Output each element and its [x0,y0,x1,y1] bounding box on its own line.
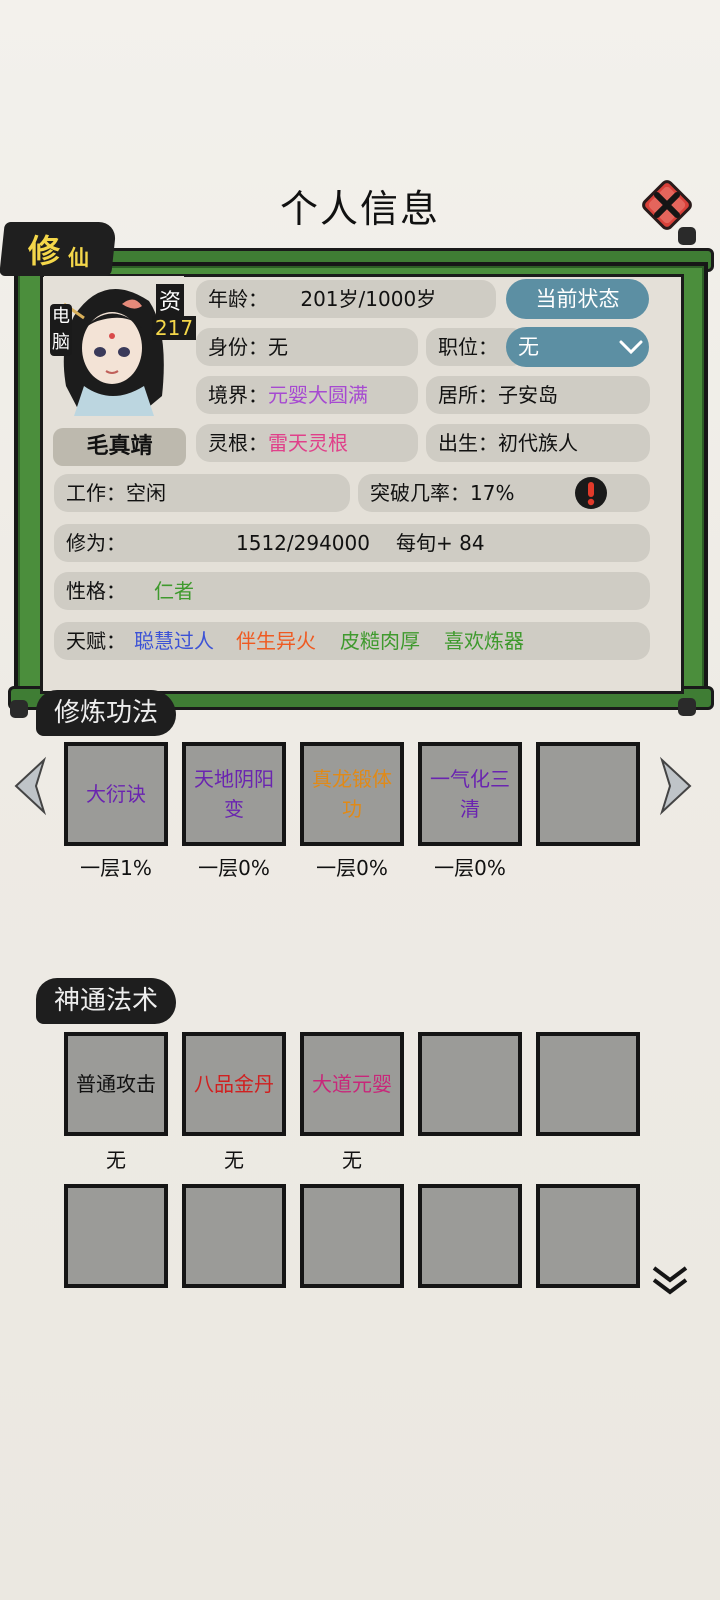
technique-name-line2: 清 [460,797,480,821]
spirit-root-value: 雷天灵根 [268,431,348,455]
position-select[interactable]: 无 [506,327,649,367]
skill-slot[interactable]: 普通攻击 [64,1032,168,1136]
technique-level: 一层1% [80,856,152,880]
work-label: 工作： [66,481,126,505]
chevron-down-icon [619,340,643,355]
scroll-knob [10,700,28,718]
skill-slot[interactable]: 大道元婴 [300,1032,404,1136]
technique-level: 一层0% [316,856,388,880]
technique-slot[interactable]: 真龙锻体功 [300,742,404,846]
skill-level: 无 [224,1148,244,1172]
birth-value: 初代族人 [498,431,578,455]
skill-name: 普通攻击 [76,1072,156,1096]
skill-name: 八品金丹 [194,1072,274,1096]
breakthrough-value: 17% [470,481,515,505]
skill-level: 无 [342,1148,362,1172]
skill-slot-empty[interactable] [418,1032,522,1136]
spirit-root-label: 灵根： [208,431,268,455]
skill-slot[interactable]: 八品金丹 [182,1032,286,1136]
technique-level: 一层0% [198,856,270,880]
realm-row: 境界：元婴大圆满 [196,376,418,414]
technique-name-line2: 变 [224,797,244,821]
position-value: 无 [518,335,539,359]
cultivator-tab-main: 修 [28,232,61,270]
cultivation-row: 修为： 1512/294000 每旬+ 84 [54,524,650,562]
technique-slot[interactable]: 大衍诀 [64,742,168,846]
technique-name: 一气化三 [430,767,510,791]
character-name[interactable]: 毛真靖 [53,428,186,466]
scroll-knob [678,227,696,245]
techniques-prev-button[interactable] [10,756,48,820]
skill-level: 无 [106,1148,126,1172]
identity-row: 身份：无 [196,328,418,366]
skills-section-title: 神通法术 [36,978,177,1024]
close-icon [642,180,692,230]
skill-name: 大道元婴 [312,1072,392,1096]
personality-value: 仁者 [154,579,194,603]
birth-label: 出生： [438,431,498,455]
chevron-right-icon [659,756,692,816]
controller-badge: 电 脑 [50,304,72,356]
realm-label: 境界： [208,383,268,407]
technique-name-line2: 功 [342,797,362,821]
scroll-knob [678,698,696,716]
birth-row: 出生：初代族人 [426,424,650,462]
technique-slot-empty[interactable] [536,742,640,846]
talent-label: 天赋： [66,629,126,653]
chevron-left-icon [14,756,47,816]
talent-item[interactable]: 伴生异火 [236,622,316,660]
identity-label: 身份： [208,335,268,359]
techniques-section-title: 修炼功法 [36,690,177,736]
skill-slot-empty[interactable] [536,1184,640,1288]
spirit-root-row: 灵根：雷天灵根 [196,424,418,462]
skill-slot-empty[interactable] [182,1184,286,1288]
skill-slot-empty[interactable] [300,1184,404,1288]
aptitude-label: 资 [156,284,184,316]
position-label: 职位： [438,335,498,359]
cultivation-rate: 每旬+ 84 [396,531,485,555]
realm-value: 元婴大圆满 [268,383,368,407]
skill-slot-empty[interactable] [64,1184,168,1288]
technique-name: 真龙锻体 [312,767,392,791]
technique-level: 一层0% [434,856,506,880]
cultivator-tab-sub: 仙 [68,246,89,270]
aptitude-value: 217 [152,316,196,340]
technique-name: 大衍诀 [86,782,146,806]
talent-item[interactable]: 喜欢炼器 [444,622,524,660]
identity-value: 无 [268,335,288,359]
avatar[interactable]: 电 脑 资 217 [44,276,196,416]
exclamation-icon [575,477,607,509]
breakthrough-label: 突破几率： [370,481,470,505]
current-status-button[interactable]: 当前状态 [506,279,649,319]
residence-label: 居所： [438,383,498,407]
residence-value: 子安岛 [498,383,558,407]
age-row: 年龄： 201岁/1000岁 [196,280,496,318]
talent-item[interactable]: 聪慧过人 [134,622,214,660]
personality-row: 性格： 仁者 [54,572,650,610]
residence-row: 居所：子安岛 [426,376,650,414]
talent-item[interactable]: 皮糙肉厚 [340,622,420,660]
techniques-next-button[interactable] [658,756,696,820]
work-value: 空闲 [126,481,166,505]
skill-slot-empty[interactable] [418,1184,522,1288]
double-chevron-down-icon [652,1266,688,1295]
personality-label: 性格： [66,579,126,603]
age-value: 201岁/1000岁 [300,287,437,311]
technique-name: 天地阴阳 [194,767,274,791]
technique-slot[interactable]: 天地阴阳变 [182,742,286,846]
breakthrough-warning-button[interactable] [574,476,608,510]
cultivation-label: 修为： [66,531,126,555]
work-row: 工作：空闲 [54,474,350,512]
close-button[interactable] [640,178,694,232]
technique-slot[interactable]: 一气化三清 [418,742,522,846]
cultivation-value: 1512/294000 [236,531,370,555]
age-label: 年龄： [208,287,268,311]
expand-more-button[interactable] [650,1262,690,1302]
skill-slot-empty[interactable] [536,1032,640,1136]
talent-row: 天赋： 聪慧过人 伴生异火 皮糙肉厚 喜欢炼器 [54,622,650,660]
